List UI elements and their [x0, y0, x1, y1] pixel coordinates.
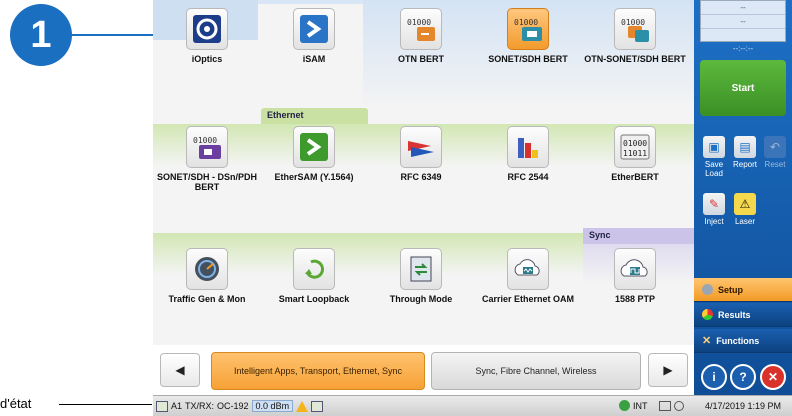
app-screen: Ethernet Sync iOptics iSAM 01000 OTN BER… [153, 0, 792, 416]
readout-line-2: -- [701, 15, 785, 29]
ethersam-icon [293, 126, 335, 168]
svg-text:01000: 01000 [621, 18, 645, 27]
traffic-gen-icon [186, 248, 228, 290]
port-icon [156, 400, 168, 412]
laser-icon: ⚠ [734, 193, 756, 215]
help-button[interactable]: ? [730, 364, 756, 390]
sync-status-icon [673, 400, 684, 411]
etherbert-icon: 01000 11011 [614, 126, 656, 168]
app-rfc6349[interactable]: RFC 6349 [367, 126, 475, 182]
app-carrier-ethernet-oam[interactable]: Carrier Ethernet OAM [474, 248, 582, 304]
callout-number: 1 [10, 4, 72, 66]
reset-label: Reset [764, 160, 786, 169]
app-ethersam[interactable]: EtherSAM (Y.1564) [260, 126, 368, 182]
app-sonet-sdh-bert[interactable]: 01000 SONET/SDH BERT [474, 8, 582, 64]
results-menu-button[interactable]: Results [694, 303, 792, 327]
setup-label: Setup [718, 284, 744, 295]
svg-text:01000: 01000 [193, 136, 217, 145]
app-otn-sonet-sdh-bert[interactable]: 01000 OTN-SONET/SDH BERT [581, 8, 689, 64]
prev-page-button[interactable]: ◀ [160, 353, 200, 387]
reset-button[interactable]: ↶ Reset [760, 136, 790, 169]
info-button[interactable]: i [701, 364, 727, 390]
functions-label: Functions [716, 335, 760, 346]
status-datetime: 4/17/2019 1:19 PM [694, 395, 792, 416]
status-leader-line [59, 404, 152, 405]
functions-menu-button[interactable]: ✕ Functions [694, 329, 792, 353]
dsn-pdh-bert-icon: 01000 [186, 126, 228, 168]
app-otn-bert[interactable]: 01000 OTN BERT [367, 8, 475, 64]
save-load-label: Save Load [704, 160, 724, 178]
app-ioptics[interactable]: iOptics [153, 8, 261, 64]
status-rate: OC-192 [217, 401, 249, 411]
inject-label: Inject [704, 217, 724, 226]
app-smart-loopback[interactable]: Smart Loopback [260, 248, 368, 304]
app-sonet-dsn-pdh-bert[interactable]: 01000 SONET/SDH - DSn/PDH BERT [153, 126, 261, 192]
otn-bert-icon: 01000 [400, 8, 442, 50]
report-label: Report [732, 160, 757, 169]
pie-chart-icon [702, 309, 713, 320]
page-tab-intelligent-apps[interactable]: Intelligent Apps, Transport, Ethernet, S… [211, 352, 425, 390]
sonet-bert-icon: 01000 [507, 8, 549, 50]
callout-leader-line [70, 34, 154, 36]
laser-button[interactable]: ⚠ Laser [730, 193, 760, 226]
svg-text:01000: 01000 [407, 18, 431, 27]
app-rfc2544[interactable]: RFC 2544 [474, 126, 582, 182]
start-button[interactable]: Start [700, 60, 786, 116]
report-icon: ▤ [734, 136, 756, 158]
page-tab-sync-fibre[interactable]: Sync, Fibre Channel, Wireless [431, 352, 641, 390]
svg-text:01000: 01000 [514, 18, 538, 27]
status-clock: INT [633, 400, 648, 411]
app-1588-ptp[interactable]: 1588 PTP [581, 248, 689, 304]
results-label: Results [718, 309, 751, 320]
inject-icon: ✎ [703, 193, 725, 215]
app-traffic-gen-mon[interactable]: Traffic Gen & Mon [153, 248, 261, 304]
signal-icon [311, 400, 324, 412]
otn-sonet-bert-icon: 01000 [614, 8, 656, 50]
svg-text:01000: 01000 [623, 139, 647, 148]
save-load-button[interactable]: ▣ Save Load [699, 136, 729, 178]
rfc2544-icon [507, 126, 549, 168]
readout-line-1: -- [701, 1, 785, 15]
app-etherbert[interactable]: 01000 11011 EtherBERT [581, 126, 689, 182]
elapsed-time: --:--:-- [732, 44, 754, 53]
next-page-button[interactable]: ▶ [648, 353, 688, 387]
app-isam[interactable]: iSAM [260, 8, 368, 64]
gear-icon [702, 284, 713, 295]
tools-icon: ✕ [702, 335, 712, 347]
through-mode-icon [400, 248, 442, 290]
save-icon: ▣ [703, 136, 725, 158]
app-through-mode[interactable]: Through Mode [367, 248, 475, 304]
status-port: A1 [171, 401, 183, 411]
clock-source-icon [619, 400, 630, 411]
report-button[interactable]: ▤ Report [730, 136, 760, 169]
close-button[interactable]: ✕ [760, 364, 786, 390]
status-txrx: TX/RX: [185, 401, 215, 411]
inject-button[interactable]: ✎ Inject [699, 193, 729, 226]
reset-icon: ↶ [764, 136, 786, 158]
smart-loopback-icon [293, 248, 335, 290]
ethernet-category-tab: Ethernet [261, 108, 368, 124]
test-timer-readout: -- -- [700, 0, 786, 42]
ioptics-icon [186, 8, 228, 50]
status-power: 0.0 dBm [251, 400, 294, 412]
warning-icon[interactable] [296, 400, 309, 412]
status-bar-label: d'état [0, 396, 32, 411]
remote-icon [658, 400, 671, 411]
setup-menu-button[interactable]: Setup [694, 278, 792, 302]
rfc6349-icon [400, 126, 442, 168]
svg-text:11011: 11011 [623, 149, 647, 158]
isam-icon [293, 8, 335, 50]
carrier-oam-icon [507, 248, 549, 290]
ptp-icon [614, 248, 656, 290]
sync-category-tab: Sync [583, 228, 694, 244]
right-control-panel: -- -- --:--:-- Start ▣ Save Load ▤ Repor… [694, 0, 792, 395]
laser-label: Laser [734, 217, 755, 226]
